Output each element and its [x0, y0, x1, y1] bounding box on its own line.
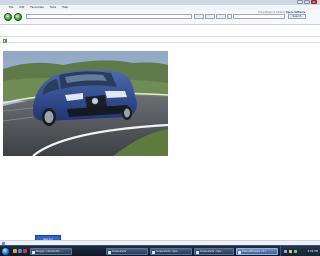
taskbar: Blogger: Internet Ed... Screenshots Scre… — [0, 245, 320, 256]
menu-help[interactable]: Help — [62, 6, 68, 9]
taskbar-item-5[interactable]: InternetBrowser V1.7 — [236, 248, 278, 255]
close-button[interactable]: × — [311, 0, 317, 4]
search-input[interactable] — [233, 14, 285, 19]
taskbar-item-4[interactable]: Screenshots - Ope... — [194, 248, 234, 255]
taskbar-item-2[interactable]: Screenshots — [106, 248, 148, 255]
page-icon[interactable] — [3, 38, 7, 43]
taskbar-item-label: InternetBrowser V1.7 — [242, 250, 267, 253]
taskbar-item-label: Screenshots - Ope... — [156, 250, 180, 253]
taskbar-app-icon — [152, 250, 155, 254]
tab-strip — [0, 36, 320, 43]
go-button-2[interactable] — [205, 14, 215, 19]
go-button-4[interactable] — [227, 14, 232, 19]
brand-link[interactable]: This software is made by Opera Software — [258, 11, 305, 14]
taskbar-item-label: Blogger: Internet Ed... — [36, 250, 62, 253]
network-icon[interactable] — [284, 250, 287, 253]
go-button-1[interactable] — [194, 14, 204, 19]
address-bar[interactable] — [26, 14, 192, 19]
menu-edit[interactable]: Edit — [19, 6, 24, 9]
taskbar-item-1[interactable]: Blogger: Internet Ed... — [30, 248, 72, 255]
menu-file[interactable]: File — [9, 6, 13, 9]
clock[interactable]: 3:09 PM — [308, 250, 318, 253]
menu-favourites[interactable]: Favourites — [30, 6, 43, 9]
security-icon[interactable] — [294, 250, 297, 253]
volume-icon[interactable] — [289, 250, 292, 253]
minimize-button[interactable]: – — [297, 0, 303, 4]
quicklaunch-media-icon[interactable] — [23, 249, 27, 253]
menu-tools[interactable]: Tools — [50, 6, 56, 9]
system-tray: 3:09 PM — [280, 246, 320, 256]
car-photo — [3, 51, 168, 156]
navigation-toolbar: ‹ › Search This software is made by Oper… — [0, 10, 320, 25]
start-button[interactable] — [1, 247, 10, 256]
taskbar-item-label: Screenshots - Ope... — [200, 250, 224, 253]
search-button[interactable]: Search — [288, 14, 306, 19]
taskbar-app-icon — [196, 250, 199, 254]
taskbar-item-label: Screenshots — [112, 250, 127, 253]
taskbar-app-icon — [32, 250, 35, 254]
back-button[interactable]: ‹ — [4, 13, 12, 21]
brand-prefix: This software is made by — [258, 10, 286, 14]
brand-name: Opera Software — [286, 10, 306, 14]
quicklaunch-browser-icon[interactable] — [18, 249, 22, 253]
maximize-button[interactable]: □ — [304, 0, 310, 4]
go-button-3[interactable] — [216, 14, 226, 19]
taskbar-app-icon — [108, 250, 111, 254]
forward-button[interactable]: › — [14, 13, 22, 21]
car-photo-art — [3, 51, 168, 156]
taskbar-item-3[interactable]: Screenshots - Ope... — [150, 248, 192, 255]
taskbar-app-icon — [238, 250, 241, 254]
quicklaunch-folder-icon[interactable] — [13, 249, 17, 253]
